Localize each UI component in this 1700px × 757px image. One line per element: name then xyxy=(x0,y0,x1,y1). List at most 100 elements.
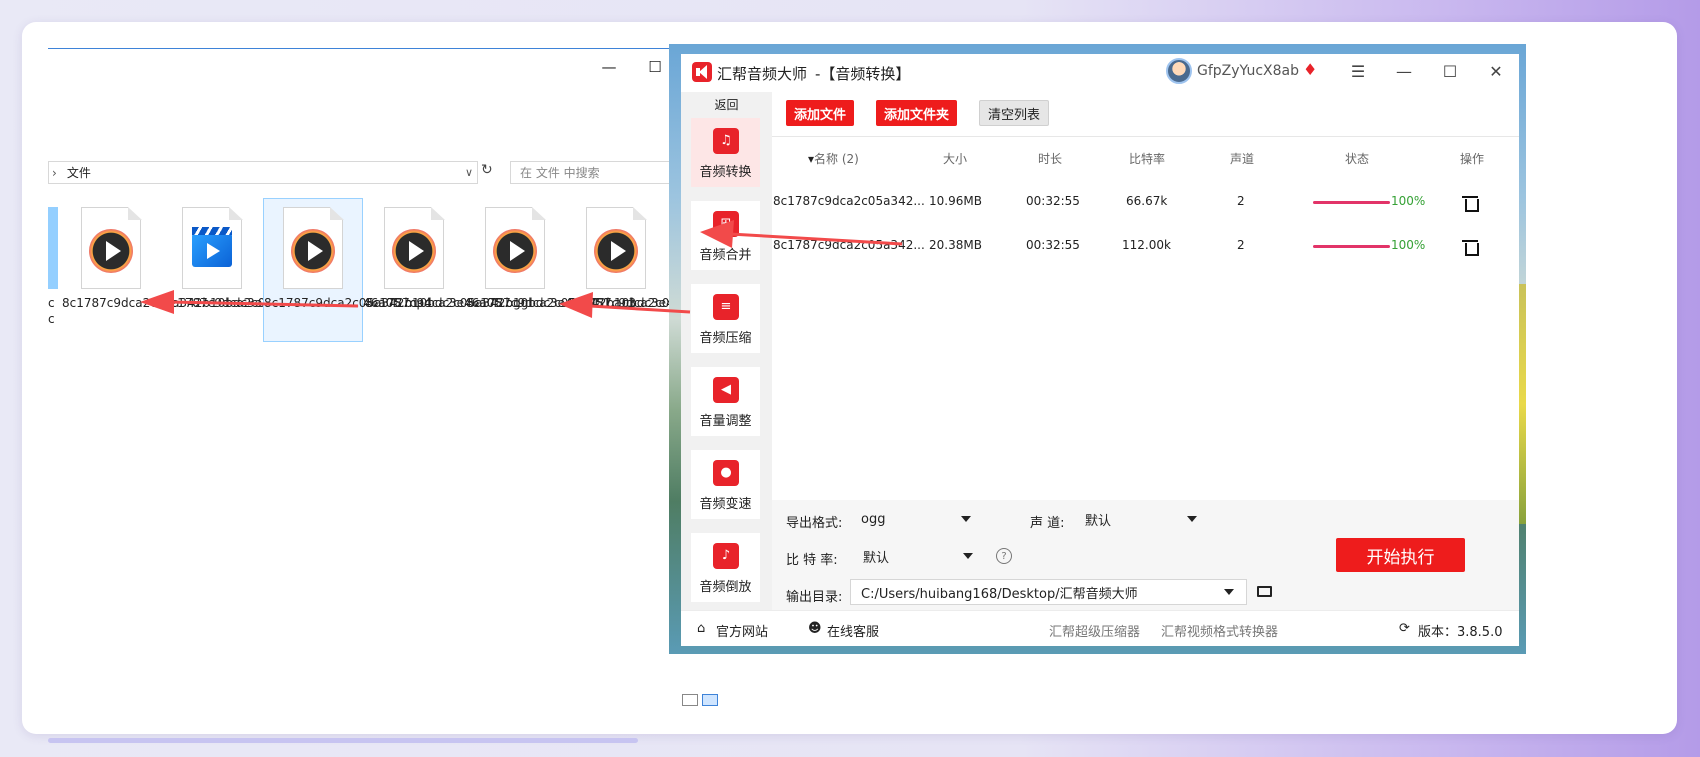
maximize-icon[interactable]: ☐ xyxy=(1427,54,1473,88)
file-name: 8c1787c9dca2c05a342b10bdc3e46a051.ac3 xyxy=(365,296,636,310)
table-cell-duration: 00:32:55 xyxy=(1026,238,1080,252)
sidebar-item-label: 音频变速 xyxy=(699,497,752,512)
media-player-icon xyxy=(392,229,436,273)
details-view-icon[interactable] xyxy=(682,694,698,706)
table-cell-duration: 00:32:55 xyxy=(1026,194,1080,208)
table-cell-name[interactable]: 8c1787c9dca2c05a342... xyxy=(773,194,925,208)
home-icon: ⌂ xyxy=(697,621,706,636)
address-bar[interactable]: › 文件 ∨ xyxy=(48,161,478,184)
table-cell-channels: 2 xyxy=(1237,238,1245,252)
chevron-down-icon xyxy=(963,553,973,559)
file-item[interactable]: 8c1787c9dca2c05a342b10bdc3e46a051.mp3 xyxy=(466,199,724,341)
format-label: 导出格式: xyxy=(786,516,843,531)
channel-value: 默认 xyxy=(1085,513,1112,529)
audio-convert-icon: ♫ xyxy=(713,128,739,154)
version-label: 版本：3.8.5.0 xyxy=(1418,625,1503,640)
channel-select[interactable]: 默认 xyxy=(1075,506,1207,532)
table-cell-size: 10.96MB xyxy=(929,194,982,208)
clear-list-button[interactable]: 清空列表 xyxy=(979,100,1050,126)
horizontal-scrollbar[interactable] xyxy=(48,738,638,743)
file-item[interactable]: 8c1787c9dca2c05a342b10bdc3e46a05.mp4 xyxy=(163,199,432,341)
sidebar-item-label: 音频合并 xyxy=(699,248,752,263)
close-icon[interactable]: ✕ xyxy=(1473,54,1519,88)
menu-icon[interactable]: ☰ xyxy=(1335,54,1381,88)
file-item[interactable]: 8c1787c9dca2c05a342b10bdc3e46a05.mp3 xyxy=(62,199,331,341)
official-site-link[interactable]: 官方网站 xyxy=(716,621,768,640)
column-header-action: 操作 xyxy=(1460,152,1485,166)
delete-icon[interactable] xyxy=(1462,239,1479,256)
breadcrumb-separator-icon: › xyxy=(52,165,57,180)
chevron-down-icon xyxy=(961,516,971,522)
video-converter-link[interactable]: 汇帮视频格式转换器 xyxy=(1161,621,1278,640)
column-header-status: 状态 xyxy=(1345,152,1370,166)
media-player-icon xyxy=(89,229,133,273)
start-button[interactable]: 开始执行 xyxy=(1336,538,1465,572)
media-player-icon xyxy=(493,229,537,273)
volume-icon: ◀ xyxy=(713,377,739,403)
folder-open-icon[interactable] xyxy=(1257,586,1272,597)
address-dropdown-icon[interactable]: ∨ xyxy=(465,166,473,179)
app-window-controls: ☰ — ☐ ✕ xyxy=(1335,54,1519,88)
file-item[interactable]: 8c1787c9dca2c05a342b10bdc3e46a051.ac3 xyxy=(365,199,636,341)
add-file-button[interactable]: 添加文件 xyxy=(786,100,855,126)
sidebar-item-audio-merge[interactable]: ⊞ 音频合并 xyxy=(691,201,760,270)
large-icons-view-icon[interactable] xyxy=(702,694,718,706)
avatar[interactable] xyxy=(1166,58,1192,84)
sidebar: 返回 ♫ 音频转换 ⊞ 音频合并 ≡ 音频压缩 ◀ 音量调整 ● 音频变速 ♪ … xyxy=(681,92,772,610)
media-player-icon xyxy=(594,229,638,273)
online-service-link[interactable]: 在线客服 xyxy=(827,621,879,640)
format-select[interactable]: ogg xyxy=(851,506,981,532)
username[interactable]: GfpZyYucX8ab xyxy=(1197,63,1299,79)
compressor-link[interactable]: 汇帮超级压缩器 xyxy=(1049,621,1140,640)
customer-service-icon: ☻ xyxy=(808,621,822,636)
output-dir-select[interactable]: C:/Users/huibang168/Desktop/汇帮音频大师 xyxy=(850,579,1247,605)
back-button[interactable]: 返回 xyxy=(681,96,772,113)
help-question-icon[interactable]: ? xyxy=(996,548,1012,564)
vip-diamond-icon[interactable]: ♦ xyxy=(1303,60,1317,79)
progress-bar xyxy=(1313,245,1390,248)
format-value: ogg xyxy=(861,511,886,527)
column-header-channels: 声道 xyxy=(1230,152,1255,166)
sidebar-item-label: 音频压缩 xyxy=(699,331,752,346)
file-name: 8c1787c9dca2c05a342b10bdc3e46a051.ogg xyxy=(567,296,724,310)
column-header-name[interactable]: ▾名称 (2) xyxy=(808,150,859,167)
app-title: 汇帮音频大师 -【音频转换】 xyxy=(717,63,910,84)
sidebar-item-audio-reverse[interactable]: ♪ 音频倒放 xyxy=(691,533,760,602)
sidebar-item-volume[interactable]: ◀ 音量调整 xyxy=(691,367,760,436)
file-item[interactable]: 8c1787c9dca2c05a342b10bdc3e46a051.ogg xyxy=(567,199,724,341)
table-cell-size: 20.38MB xyxy=(929,238,982,252)
add-folder-button[interactable]: 添加文件夹 xyxy=(876,100,958,126)
table-cell-bitrate: 112.00k xyxy=(1122,238,1171,252)
music-note-icon: ♪ xyxy=(713,543,739,569)
app-subtitle: -【音频转换】 xyxy=(815,65,911,83)
breadcrumb-folder[interactable]: 文件 xyxy=(67,164,91,181)
column-header-size: 大小 xyxy=(943,152,968,166)
refresh-icon[interactable]: ↻ xyxy=(481,162,493,178)
app-logo-icon xyxy=(692,62,712,82)
table-cell-name[interactable]: 8c1787c9dca2c05a342... xyxy=(773,238,925,252)
table-cell-bitrate: 66.67k xyxy=(1126,194,1168,208)
file-name: 8c1787c9dca2c05a342b10bdc3e46a05.mp4 xyxy=(163,295,432,311)
bitrate-value: 默认 xyxy=(863,550,890,566)
partial-file-item[interactable]: c c xyxy=(48,199,62,341)
minimize-icon[interactable]: — xyxy=(586,49,632,85)
chevron-down-icon xyxy=(1224,589,1234,595)
column-header-duration: 时长 xyxy=(1038,152,1063,166)
refresh-version-icon[interactable]: ⟳ xyxy=(1399,621,1410,636)
bitrate-select[interactable]: 默认 xyxy=(853,543,983,569)
sidebar-item-audio-speed[interactable]: ● 音频变速 xyxy=(691,450,760,519)
search-placeholder: 在 文件 中搜索 xyxy=(520,166,600,180)
delete-icon[interactable] xyxy=(1462,195,1479,212)
bitrate-label: 比 特 率: xyxy=(786,553,838,568)
table-cell-channels: 2 xyxy=(1237,194,1245,208)
progress-bar xyxy=(1313,201,1390,204)
minimize-icon[interactable]: — xyxy=(1381,54,1427,88)
file-name: c c xyxy=(48,296,55,326)
progress-percent: 100% xyxy=(1391,194,1426,208)
sidebar-item-audio-compress[interactable]: ≡ 音频压缩 xyxy=(691,284,760,353)
output-dir-value: C:/Users/huibang168/Desktop/汇帮音频大师 xyxy=(861,586,1138,602)
sidebar-item-label: 音量调整 xyxy=(699,414,752,429)
mic-icon: ● xyxy=(713,460,739,486)
file-item-selected[interactable]: 8c1787c9dca2c05a342b10bdc3e46a05.ogg xyxy=(263,198,528,342)
sidebar-item-audio-convert[interactable]: ♫ 音频转换 xyxy=(691,118,760,187)
